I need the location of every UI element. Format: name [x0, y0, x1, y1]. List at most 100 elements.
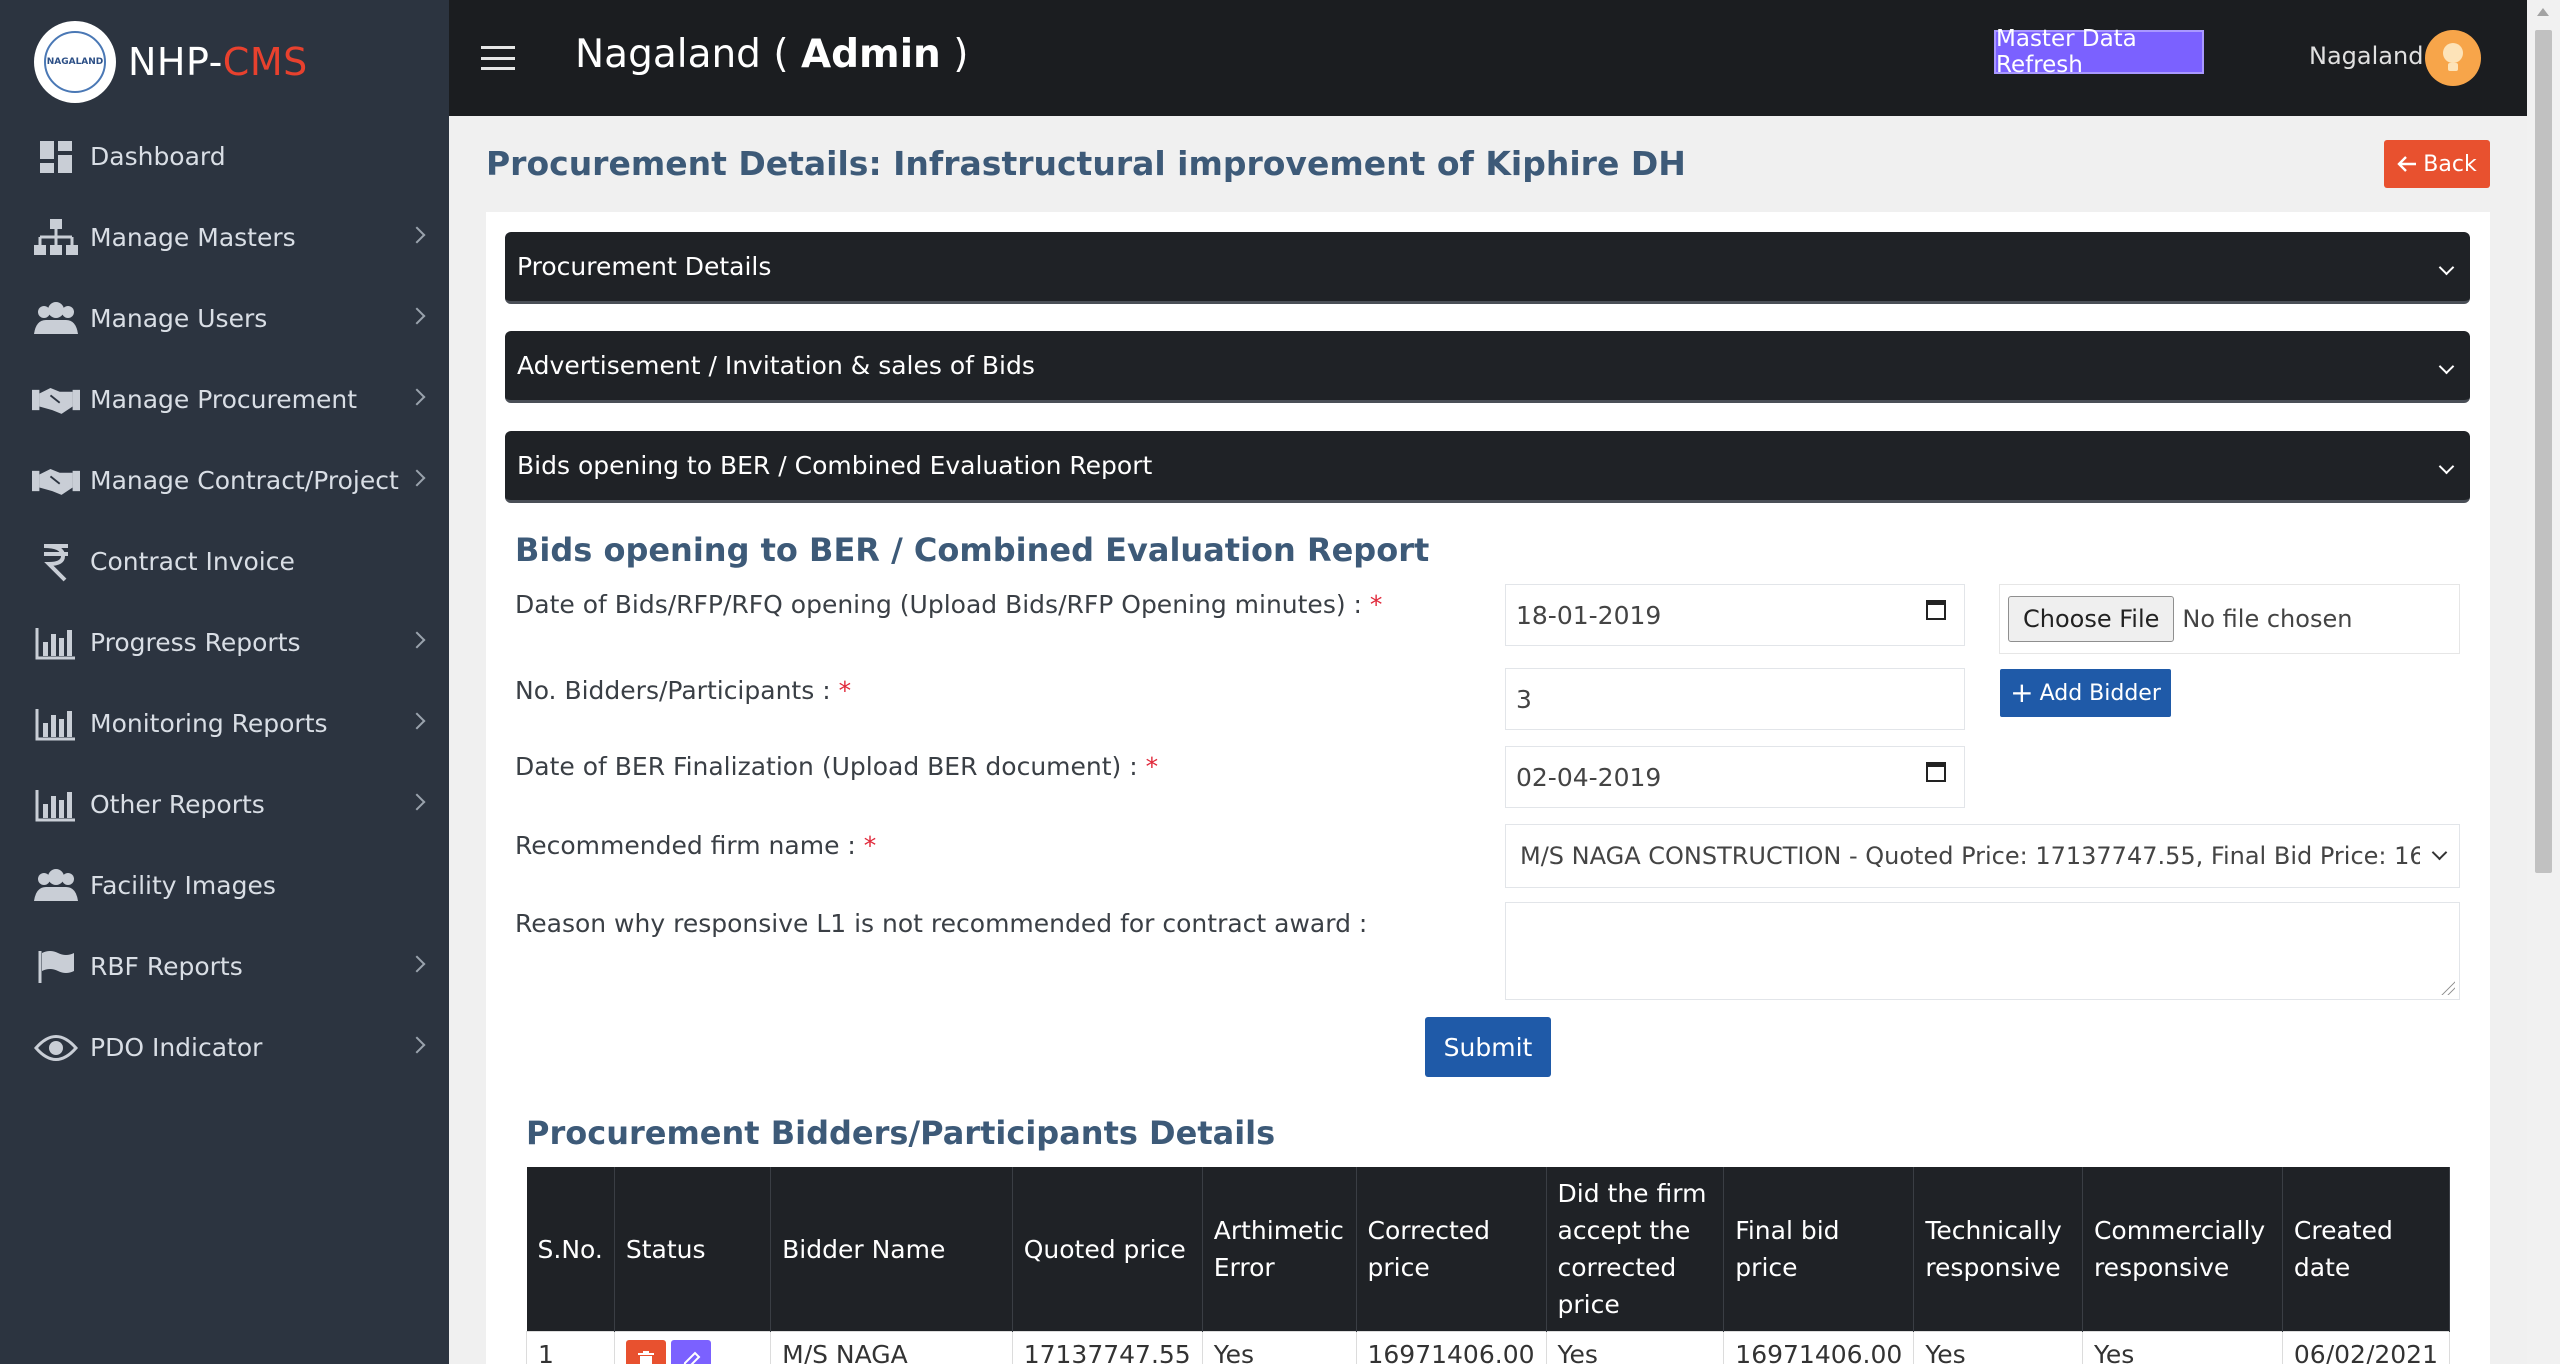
bar-chart-icon [32, 623, 80, 663]
sidebar-item-label: Manage Contract/Project [90, 466, 399, 495]
users-icon [32, 866, 80, 906]
sidebar: NAGALAND NHP-CMS Dashboard Manage Master… [0, 0, 449, 1364]
col-bidder-name: Bidder Name [770, 1167, 1013, 1332]
accordion-advertisement[interactable]: Advertisement / Invitation & sales of Bi… [505, 331, 2470, 403]
col-corrected-price: Corrected price [1356, 1167, 1547, 1332]
bar-chart-icon [32, 704, 80, 744]
edit-button[interactable] [670, 1340, 711, 1364]
choose-file-button[interactable]: Choose File [2008, 596, 2175, 642]
plus-icon: + [2010, 676, 2034, 709]
master-data-refresh-button[interactable]: Master Data Refresh [1994, 26, 2204, 78]
chevron-down-icon [2438, 358, 2455, 375]
reason-textarea[interactable] [1505, 902, 2460, 1000]
scroll-thumb[interactable] [2535, 30, 2552, 873]
cell-commercially-responsive: Yes [2081, 1331, 2283, 1364]
sidebar-item-label: Manage Users [90, 304, 268, 333]
required-mark: * [863, 831, 877, 860]
chevron-right-icon [408, 1036, 426, 1054]
cell-technically-responsive: Yes [1913, 1331, 2083, 1364]
sidebar-item-rbf-reports[interactable]: RBF Reports [0, 926, 449, 1007]
sidebar-item-manage-users[interactable]: Manage Users [0, 278, 449, 359]
cell-final-bid-price: 16971406.00 [1723, 1331, 1915, 1364]
chevron-right-icon [408, 226, 426, 244]
title-suffix: ) [940, 32, 969, 77]
menu-toggle-icon[interactable] [481, 46, 515, 70]
accordion-bids-opening[interactable]: Bids opening to BER / Combined Evaluatio… [505, 431, 2470, 503]
brand[interactable]: NAGALAND NHP-CMS [34, 20, 308, 104]
bid-opening-date-input[interactable]: 18-01-2019 [1505, 584, 1965, 646]
select-value: M/S NAGA CONSTRUCTION - Quoted Price: 17… [1520, 842, 2420, 870]
cell-status [613, 1331, 772, 1364]
sidebar-item-monitoring-reports[interactable]: Monitoring Reports [0, 683, 449, 764]
resize-grip-icon[interactable] [2441, 981, 2455, 995]
col-arithmetic-error: Arthimetic Error [1202, 1167, 1357, 1332]
cell-bidder-name: M/S NAGA CONSTRUCTION [770, 1331, 1013, 1364]
sidebar-item-label: RBF Reports [90, 952, 243, 981]
flag-icon [32, 947, 80, 987]
sidebar-item-label: Monitoring Reports [90, 709, 328, 738]
brand-name-prefix: NHP- [128, 40, 223, 84]
cell-sno: 1 [526, 1331, 615, 1364]
dashboard-icon [32, 137, 80, 177]
chevron-right-icon [408, 307, 426, 325]
app-title: Nagaland ( Admin ) [575, 32, 968, 77]
sidebar-item-facility-images[interactable]: Facility Images [0, 845, 449, 926]
sidebar-item-pdo-indicator[interactable]: PDO Indicator [0, 1007, 449, 1088]
sidebar-item-manage-contract-project[interactable]: Manage Contract/Project [0, 440, 449, 521]
page-scrollbar[interactable] [2527, 0, 2560, 1364]
brand-name-suffix: CMS [222, 40, 308, 84]
table-header-row: S.No. Status Bidder Name Quoted price Ar… [526, 1167, 2451, 1332]
chevron-right-icon [408, 793, 426, 811]
sidebar-item-manage-procurement[interactable]: Manage Procurement [0, 359, 449, 440]
accordion-procurement-details[interactable]: Procurement Details [505, 232, 2470, 304]
accordion-label: Bids opening to BER / Combined Evaluatio… [517, 451, 1153, 480]
nagaland-logo-icon: NAGALAND [34, 21, 116, 103]
calendar-icon[interactable] [1926, 762, 1946, 782]
avatar[interactable] [2425, 30, 2481, 86]
sidebar-item-label: PDO Indicator [90, 1033, 263, 1062]
accordion-label: Procurement Details [517, 252, 772, 281]
ber-date-input[interactable]: 02-04-2019 [1505, 746, 1965, 808]
bidders-count-input[interactable]: 3 [1505, 668, 1965, 730]
logo-text: NAGALAND [44, 31, 106, 93]
required-mark: * [1369, 590, 1383, 619]
label-text: No. Bidders/Participants : [515, 676, 831, 705]
chevron-right-icon [408, 388, 426, 406]
required-mark: * [1145, 752, 1159, 781]
firm-label: Recommended firm name : * [515, 831, 876, 860]
input-value: 3 [1516, 684, 1532, 714]
sidebar-item-progress-reports[interactable]: Progress Reports [0, 602, 449, 683]
cell-quoted-price: 17137747.55 [1011, 1331, 1203, 1364]
delete-button[interactable] [625, 1340, 666, 1364]
add-bidder-label: Add Bidder [2039, 680, 2161, 706]
sidebar-nav: Dashboard Manage Masters Manage Users Ma… [0, 116, 449, 1088]
page-title: Procurement Details: Infrastructural imp… [486, 144, 1686, 183]
sidebar-item-other-reports[interactable]: Other Reports [0, 764, 449, 845]
bid-opening-file-input[interactable]: Choose File No file chosen [1999, 584, 2460, 654]
recommended-firm-select[interactable]: M/S NAGA CONSTRUCTION - Quoted Price: 17… [1505, 824, 2460, 888]
section-title: Bids opening to BER / Combined Evaluatio… [515, 531, 1430, 569]
chevron-right-icon [408, 631, 426, 649]
label-text: Recommended firm name : [515, 831, 856, 860]
user-name[interactable]: Nagaland [2309, 42, 2423, 70]
sidebar-item-dashboard[interactable]: Dashboard [0, 116, 449, 197]
sidebar-item-label: Manage Masters [90, 223, 296, 252]
bidders-table: S.No. Status Bidder Name Quoted price Ar… [526, 1167, 2451, 1364]
table-row: 1 M/S NAGA CONSTRUCTION 17137747.55 Yes … [526, 1331, 2451, 1364]
back-button[interactable]: Back [2384, 140, 2490, 188]
required-mark: * [838, 676, 852, 705]
add-bidder-button[interactable]: + Add Bidder [2000, 669, 2171, 717]
calendar-icon[interactable] [1926, 600, 1946, 620]
back-label: Back [2423, 151, 2477, 177]
title-role: Admin [800, 32, 941, 77]
cell-created-date: 06/02/2021 [2281, 1331, 2451, 1364]
scroll-up-arrow-icon[interactable] [2537, 8, 2549, 16]
sidebar-item-manage-masters[interactable]: Manage Masters [0, 197, 449, 278]
cell-corrected-price: 16971406.00 [1355, 1331, 1547, 1364]
bar-chart-icon [32, 785, 80, 825]
submit-button[interactable]: Submit [1425, 1017, 1551, 1077]
col-quoted-price: Quoted price [1012, 1167, 1203, 1332]
bidders-table-title: Procurement Bidders/Participants Details [526, 1114, 1276, 1152]
cell-accept-corrected: Yes [1545, 1331, 1725, 1364]
sidebar-item-contract-invoice[interactable]: Contract Invoice [0, 521, 449, 602]
